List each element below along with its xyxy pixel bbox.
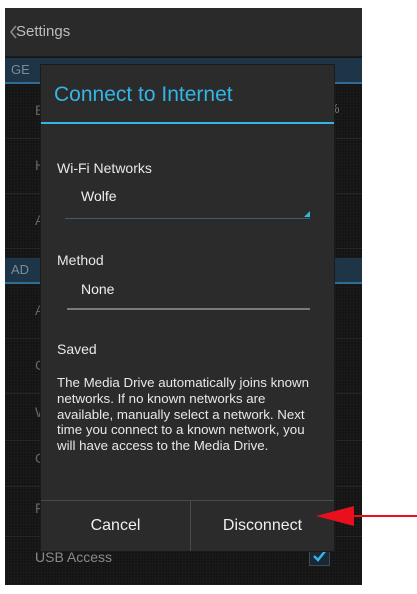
method-value: None (81, 281, 115, 297)
connect-dialog: Connect to Internet Wi-Fi Networks Wolfe… (41, 65, 334, 551)
action-bar: Settings (5, 8, 362, 56)
disconnect-button[interactable]: Disconnect (191, 501, 334, 551)
dialog-description: The Media Drive automatically joins know… (57, 375, 310, 454)
dialog-title: Connect to Internet (54, 83, 233, 106)
method-label: Method (57, 252, 104, 268)
wifi-networks-label: Wi-Fi Networks (57, 160, 152, 176)
wifi-network-spinner[interactable]: Wolfe (65, 182, 310, 219)
cancel-button[interactable]: Cancel (41, 501, 191, 551)
section-header-label: AD (11, 262, 30, 277)
section-header-label: GE (11, 62, 30, 77)
usb-access-label[interactable]: USB Access (35, 549, 112, 565)
dialog-title-divider (41, 122, 334, 124)
dropdown-corner-icon (304, 211, 310, 217)
connection-status: Saved (57, 341, 97, 357)
callout-arrow-icon (316, 506, 417, 526)
dialog-button-bar: Cancel Disconnect (41, 500, 334, 551)
device-screen: Settings GE B H A % AD A C W C F USB Acc… (5, 8, 362, 585)
action-bar-title[interactable]: Settings (16, 23, 70, 40)
wifi-network-value: Wolfe (81, 188, 117, 204)
method-field[interactable]: None (67, 274, 310, 310)
